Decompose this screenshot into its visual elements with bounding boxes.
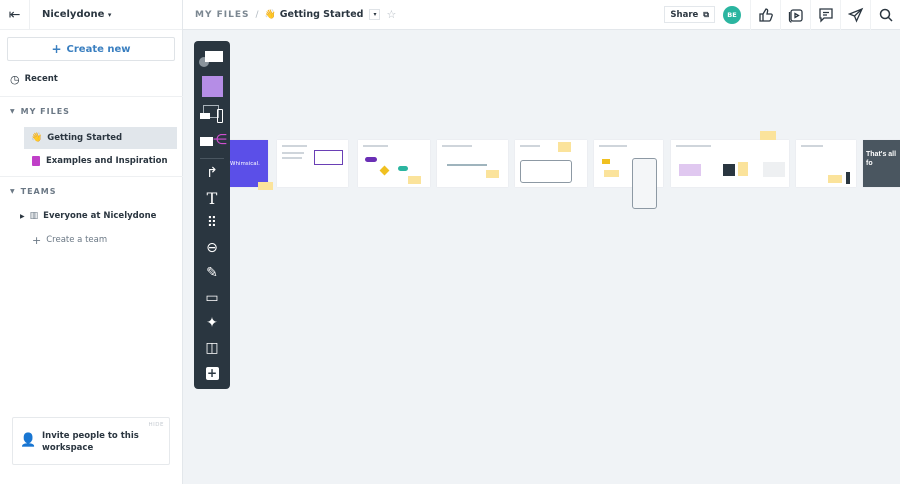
building-icon: ▥ [29, 211, 39, 221]
star-icon[interactable]: ☆ [386, 8, 396, 21]
plus-icon: + [32, 233, 42, 247]
board-end[interactable]: That's all fo [863, 140, 900, 187]
chevron-down-icon: ▾ [107, 11, 112, 19]
hide-button[interactable]: HIDE [149, 422, 164, 428]
templates-layout-icon[interactable]: ◫ [198, 337, 226, 359]
share-button[interactable]: Share ⧉ [664, 6, 715, 23]
board[interactable] [796, 140, 856, 187]
board[interactable] [671, 140, 789, 187]
invite-user-icon: 👤 [20, 433, 37, 448]
plus-icon: + [51, 42, 62, 56]
wireframe-tool-icon[interactable] [198, 103, 226, 125]
caret-right-icon: ▶ [20, 212, 25, 220]
flowchart-tool-icon[interactable] [198, 48, 226, 70]
grid-icon[interactable]: ⠿ [198, 212, 226, 234]
title-dropdown-button[interactable]: ▾ [369, 9, 381, 20]
breadcrumb-my-files[interactable]: MY FILES [195, 10, 249, 20]
search-icon[interactable] [870, 0, 900, 30]
more-plus-icon[interactable]: + [198, 362, 226, 384]
caret-down-icon: ▼ [10, 187, 16, 195]
teams-section[interactable]: ▼ TEAMS [0, 180, 183, 202]
board[interactable] [437, 140, 508, 187]
comment-icon[interactable] [810, 0, 840, 30]
file-examples[interactable]: Examples and Inspiration [24, 150, 207, 172]
create-team-button[interactable]: + Create a team [0, 229, 183, 251]
mindmap-tool-icon[interactable]: ⋲ [198, 131, 227, 153]
avatar[interactable]: BE [723, 5, 741, 24]
board[interactable] [515, 140, 587, 187]
caret-down-icon: ▼ [10, 107, 16, 115]
section-frame-icon[interactable]: ▭ [198, 287, 226, 309]
create-new-button[interactable]: + Create new [7, 37, 175, 61]
thumbs-up-icon[interactable] [750, 0, 780, 30]
file-getting-started[interactable]: 👋 Getting Started [24, 127, 177, 149]
tools-toolbar: ⋲ ↱ T ⠿ ⊖ ✎ ▭ ✦ ◫ + [194, 41, 230, 389]
send-icon[interactable] [840, 0, 870, 30]
sidebar: ⇤ Nicelydone ▾ + Create new ◷ Recent ▼ MY F… [0, 0, 183, 484]
sidebar-item-recent[interactable]: ◷ Recent [0, 68, 183, 90]
ai-sparkle-icon[interactable]: ✦ [198, 312, 226, 334]
clock-icon: ◷ [10, 72, 20, 86]
page-title: Getting Started [279, 9, 364, 20]
present-icon[interactable] [780, 0, 810, 30]
pencil-icon[interactable]: ✎ [198, 262, 226, 284]
my-files-section[interactable]: ▼ MY FILES [0, 100, 183, 122]
last-board-title: That's all fo [866, 151, 897, 167]
invite-card[interactable]: HIDE 👤 Invite people to this workspace [12, 417, 170, 465]
text-tool-icon[interactable]: T [198, 187, 226, 209]
team-item[interactable]: ▶ ▥ Everyone at Nicelydone [0, 205, 183, 227]
board[interactable] [358, 140, 430, 187]
board-intro[interactable]: Whimsical. [228, 140, 268, 187]
header: MY FILES / 👋 Getting Started ▾ ☆ Share ⧉ … [183, 0, 900, 30]
workspace-switcher[interactable]: Nicelydone ▾ [42, 9, 111, 20]
folder-icon: ⧉ [703, 9, 709, 19]
collapse-sidebar-icon[interactable]: ⇤ [0, 0, 30, 30]
document-icon [32, 156, 40, 166]
link-icon[interactable]: ⊖ [198, 237, 226, 259]
phone-mockup[interactable] [632, 158, 657, 209]
connector-arrow-icon[interactable]: ↱ [198, 162, 226, 184]
board[interactable] [277, 140, 348, 187]
sticky-note-tool-icon[interactable] [198, 75, 226, 97]
